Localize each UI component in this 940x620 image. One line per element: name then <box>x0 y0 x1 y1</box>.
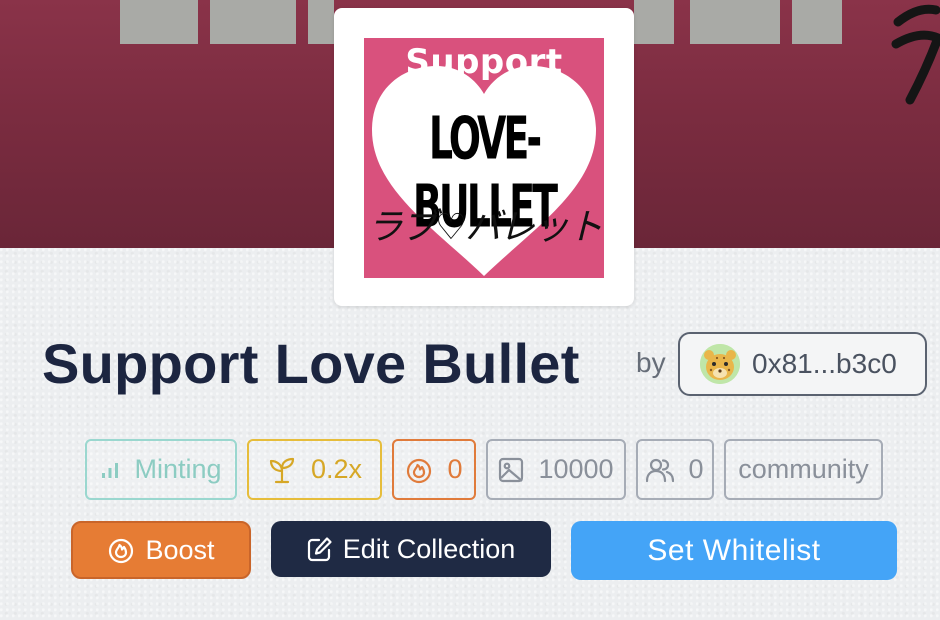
category-badge-label: community <box>738 454 869 484</box>
leopard-avatar-icon <box>700 344 740 384</box>
banner-art-block <box>210 0 296 44</box>
edit-collection-button[interactable]: Edit Collection <box>271 521 551 577</box>
edit-icon <box>307 536 333 562</box>
status-badge-label: Minting <box>134 454 222 484</box>
sprout-icon <box>267 455 297 485</box>
holders-badge-label: 0 <box>688 454 704 484</box>
signal-bars-icon <box>100 460 120 480</box>
holders-badge: 0 <box>636 439 714 500</box>
collection-title: Support Love Bullet <box>42 332 580 395</box>
rate-badge: 0.2x <box>247 439 382 500</box>
supply-badge-label: 10000 <box>538 454 614 484</box>
edit-collection-label: Edit Collection <box>342 533 516 564</box>
collection-avatar-card: Support LOVE-BULLET ラブ♡バレット <box>334 8 634 306</box>
set-whitelist-button[interactable]: Set Whitelist <box>571 521 897 580</box>
category-badge: community <box>724 439 883 500</box>
flame-icon <box>405 456 433 484</box>
supply-badge: 10000 <box>486 439 626 500</box>
owner-address: 0x81...b3c0 <box>752 348 897 379</box>
avatar-sub-text: ラブ♡バレット <box>366 207 603 248</box>
rate-badge-label: 0.2x <box>310 454 363 484</box>
status-badge-minting: Minting <box>85 439 237 500</box>
flame-icon <box>107 536 135 564</box>
banner-scrawl-graphic <box>891 4 940 105</box>
banner-art-block <box>690 0 780 44</box>
boost-button[interactable]: Boost <box>71 521 251 579</box>
boost-button-label: Boost <box>145 534 215 565</box>
image-icon <box>498 457 524 483</box>
boost-count-label: 0 <box>447 454 463 484</box>
owner-avatar <box>700 344 740 384</box>
users-icon <box>646 457 675 483</box>
avatar-top-text: Support <box>405 42 563 82</box>
collection-avatar-image: Support LOVE-BULLET ラブ♡バレット <box>364 38 604 278</box>
banner-art-block <box>792 0 842 44</box>
banner-art-block <box>634 0 674 44</box>
by-label: by <box>636 347 666 378</box>
owner-chip[interactable]: 0x81...b3c0 <box>678 332 927 396</box>
set-whitelist-label: Set Whitelist <box>647 533 821 567</box>
banner-art-block <box>308 0 334 44</box>
boost-count-badge: 0 <box>392 439 476 500</box>
banner-art-block <box>120 0 198 44</box>
